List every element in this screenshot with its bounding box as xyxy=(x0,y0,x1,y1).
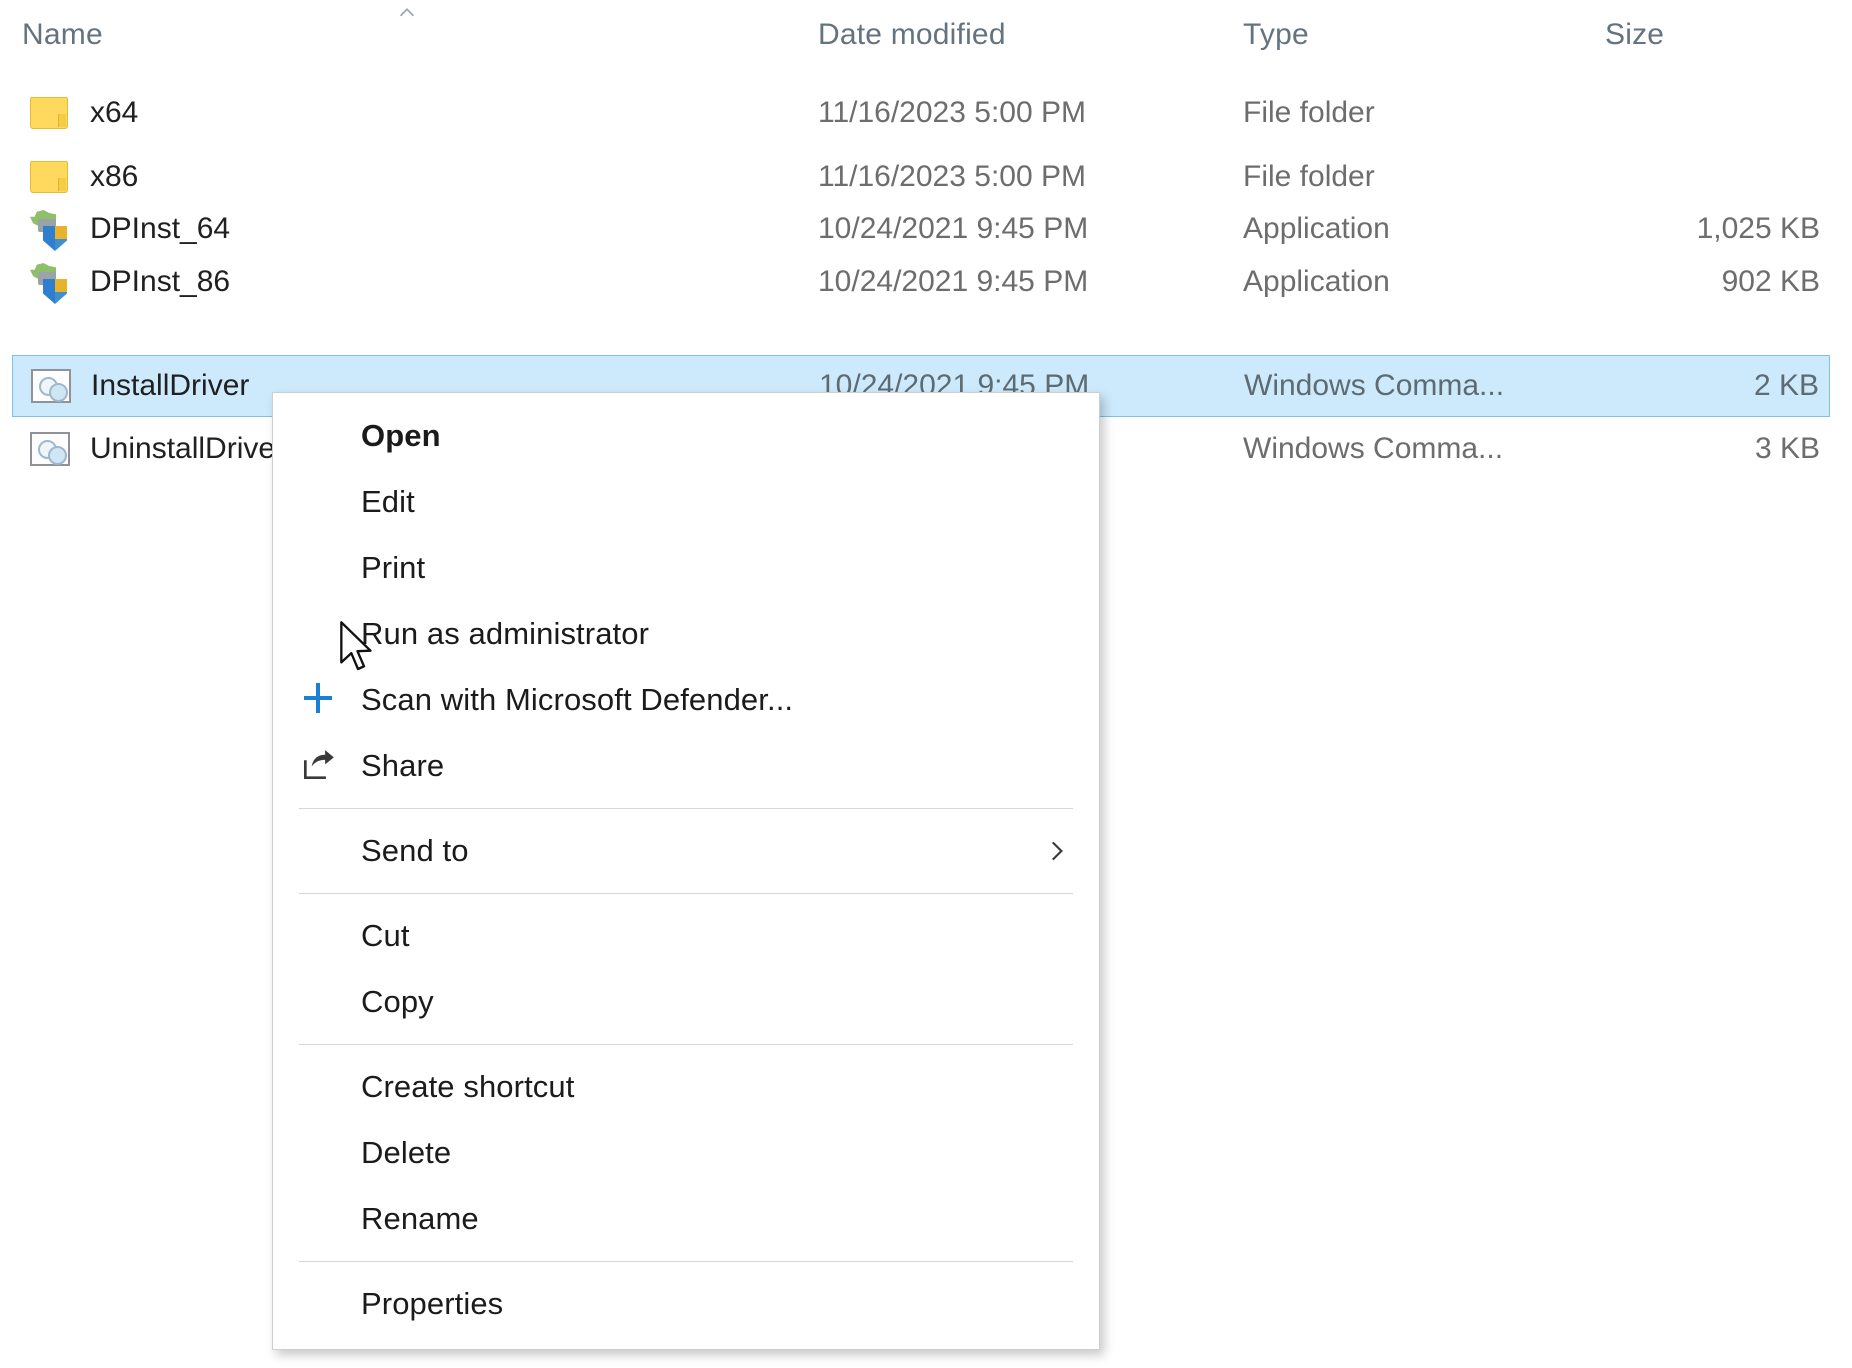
folder-icon xyxy=(30,156,72,198)
cell-name: UninstallDriver xyxy=(90,432,286,465)
cell-size: 1,025 KB xyxy=(1696,212,1820,245)
folder-icon xyxy=(30,92,72,134)
cell-type: Windows Comma... xyxy=(1243,432,1504,465)
cell-date-modified: 10/24/2021 9:45 PM xyxy=(818,212,1089,245)
menu-separator xyxy=(299,808,1073,809)
menu-item-share[interactable]: Share xyxy=(273,733,1099,799)
cell-date-modified: 10/24/2021 9:45 PM xyxy=(818,265,1089,298)
cell-date-modified: 11/16/2023 5:00 PM xyxy=(818,96,1086,129)
menu-item-edit[interactable]: Edit xyxy=(273,469,1099,535)
cell-name: InstallDriver xyxy=(91,369,250,402)
menu-item-label: Run as administrator xyxy=(361,616,650,651)
column-header-date-modified[interactable]: Date modified xyxy=(818,18,1006,52)
microsoft-defender-icon xyxy=(299,680,339,720)
menu-item-open[interactable]: Open xyxy=(273,403,1099,469)
cell-name: x64 xyxy=(90,96,139,129)
uac-shield-icon xyxy=(299,614,339,654)
menu-item-label: Print xyxy=(361,550,426,585)
menu-item-label: Open xyxy=(361,418,441,453)
chevron-right-icon xyxy=(1043,838,1069,864)
cell-size: 2 KB xyxy=(1753,369,1819,402)
menu-separator xyxy=(299,1261,1073,1262)
chevron-up-icon xyxy=(392,2,422,24)
cell-type: File folder xyxy=(1243,96,1375,129)
menu-item-print[interactable]: Print xyxy=(273,535,1099,601)
windows-command-script-icon xyxy=(31,365,73,407)
cell-name: DPInst_86 xyxy=(90,265,231,298)
menu-item-scan-with-defender[interactable]: Scan with Microsoft Defender... xyxy=(273,667,1099,733)
menu-item-run-as-administrator[interactable]: Run as administrator xyxy=(273,601,1099,667)
menu-item-label: Create shortcut xyxy=(361,1069,575,1104)
table-row[interactable]: x64 11/16/2023 5:00 PM File folder xyxy=(12,82,1830,144)
application-icon xyxy=(30,261,72,304)
menu-item-label: Rename xyxy=(361,1201,479,1236)
windows-command-script-icon xyxy=(30,428,72,470)
menu-separator xyxy=(299,1044,1073,1045)
column-header-row: Name Date modified Type Size xyxy=(0,0,1852,72)
menu-item-send-to[interactable]: Send to xyxy=(273,818,1099,884)
menu-item-label: Share xyxy=(361,748,445,783)
menu-item-label: Send to xyxy=(361,833,469,868)
menu-separator xyxy=(299,893,1073,894)
menu-item-properties[interactable]: Properties xyxy=(273,1271,1099,1337)
application-icon xyxy=(30,208,72,251)
menu-item-label: Cut xyxy=(361,918,410,953)
menu-item-copy[interactable]: Copy xyxy=(273,969,1099,1035)
cell-type: Windows Comma... xyxy=(1244,369,1505,402)
table-row[interactable]: DPInst_86 10/24/2021 9:45 PM Application… xyxy=(12,251,1830,313)
cell-date-modified: 11/16/2023 5:00 PM xyxy=(818,160,1086,193)
share-icon xyxy=(299,746,339,786)
cell-size: 902 KB xyxy=(1721,265,1820,298)
menu-item-label: Edit xyxy=(361,484,415,519)
column-header-size[interactable]: Size xyxy=(1605,18,1664,52)
cell-type: Application xyxy=(1243,212,1390,245)
cell-type: File folder xyxy=(1243,160,1375,193)
menu-item-create-shortcut[interactable]: Create shortcut xyxy=(273,1054,1099,1120)
column-header-name[interactable]: Name xyxy=(22,18,103,52)
menu-item-label: Scan with Microsoft Defender... xyxy=(361,682,794,717)
menu-item-delete[interactable]: Delete xyxy=(273,1120,1099,1186)
cell-type: Application xyxy=(1243,265,1390,298)
menu-item-label: Properties xyxy=(361,1286,504,1321)
cell-name: DPInst_64 xyxy=(90,212,231,245)
cell-size: 3 KB xyxy=(1754,432,1820,465)
column-header-type[interactable]: Type xyxy=(1243,18,1309,52)
menu-item-label: Delete xyxy=(361,1135,452,1170)
menu-item-label: Copy xyxy=(361,984,434,1019)
menu-item-cut[interactable]: Cut xyxy=(273,903,1099,969)
menu-item-rename[interactable]: Rename xyxy=(273,1186,1099,1252)
context-menu[interactable]: Open Edit Print Run as administrator Sca… xyxy=(272,392,1100,1350)
cell-name: x86 xyxy=(90,160,139,193)
